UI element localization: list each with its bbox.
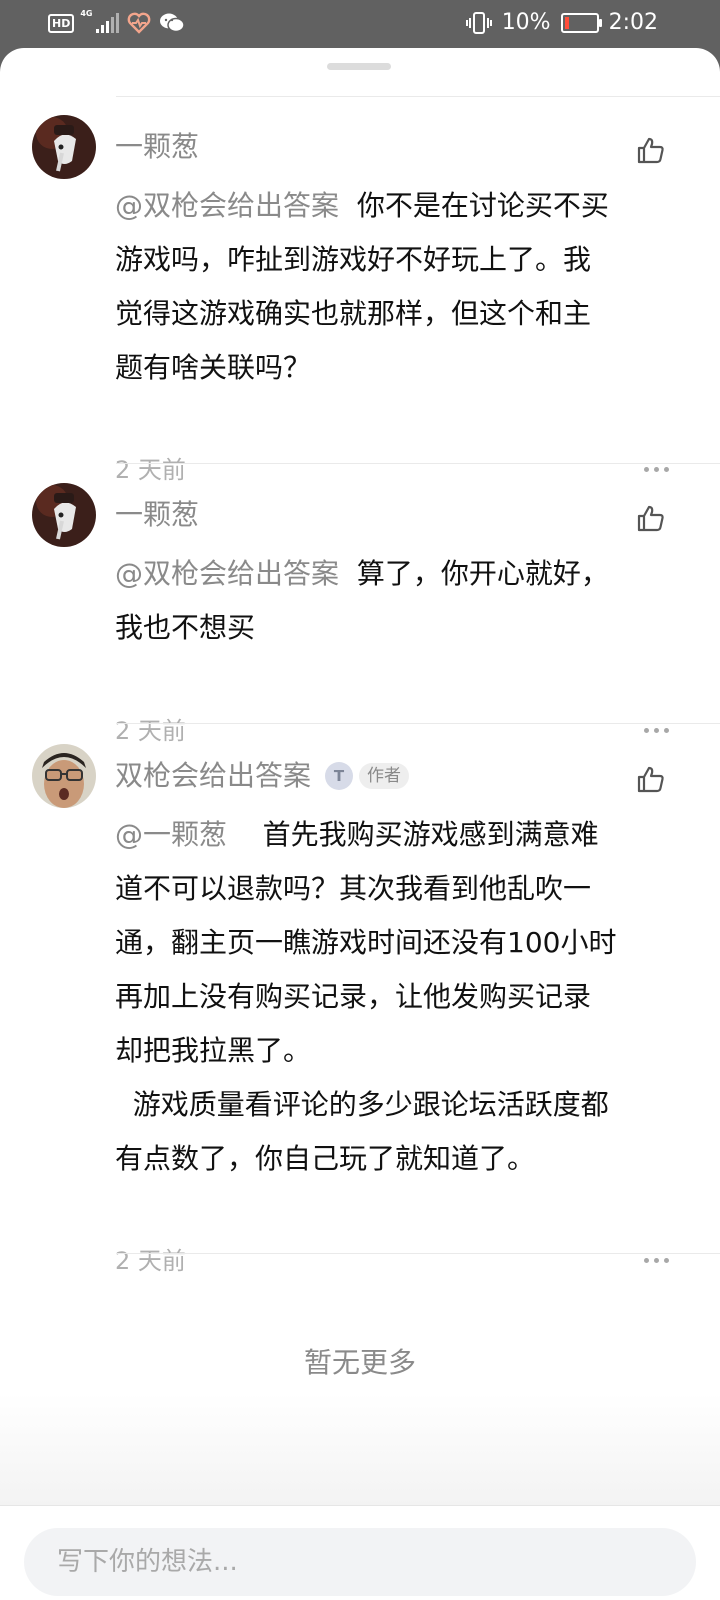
network-type: 4G: [80, 9, 93, 18]
comment-line: 算了，你开心就好，: [356, 557, 609, 590]
comment-line: 觉得这游戏确实也就那样，但这个和主: [115, 297, 592, 330]
wechat-icon: [160, 13, 186, 33]
hd-indicator: HD: [48, 13, 75, 33]
timestamp: 2 天前: [115, 1247, 186, 1275]
signal-icon: 4G: [80, 9, 120, 33]
comment-line: 有点数了，你自己玩了就知道了。: [115, 1142, 536, 1175]
comment-text: @一颗葱 首先我购买游戏感到满意难 道不可以退款吗？其次我看到他乱吹一 通，翻主…: [115, 808, 670, 1186]
username[interactable]: 双枪会给出答案: [115, 758, 311, 794]
user-badges: T 作者: [325, 762, 409, 790]
comment-text: @双枪会给出答案 你不是在讨论买不买 游戏吗，咋扯到游戏好不好玩上了。我 觉得这…: [115, 179, 670, 395]
battery-percent: 10%: [501, 10, 551, 35]
divider: [116, 96, 720, 97]
comment-line: 再加上没有购买记录，让他发购买记录: [115, 980, 592, 1013]
username[interactable]: 一颗葱: [115, 129, 199, 165]
comment-line: 游戏吗，咋扯到游戏好不好玩上了。我: [115, 243, 592, 276]
like-icon[interactable]: [636, 503, 666, 533]
status-right: 10% 2:02: [465, 10, 658, 35]
comment-line: 我也不想买: [115, 611, 256, 644]
comment-line: 游戏质量看评论的多少跟论坛活跃度都: [115, 1088, 609, 1121]
mention-link[interactable]: @双枪会给出答案: [115, 557, 339, 590]
vibrate-icon: [465, 11, 492, 34]
divider: [116, 723, 720, 724]
more-options-icon[interactable]: [644, 728, 670, 734]
comment-text: @双枪会给出答案 算了，你开心就好， 我也不想买: [115, 547, 670, 655]
battery-icon: [560, 12, 602, 33]
comment-line: 首先我购买游戏感到满意难: [262, 818, 599, 851]
comment-input-bar: [0, 1505, 720, 1600]
avatar[interactable]: [32, 483, 96, 547]
more-options-icon[interactable]: [644, 467, 670, 473]
timestamp: 2 天前: [115, 456, 186, 484]
comment-input[interactable]: [24, 1528, 696, 1596]
like-icon[interactable]: [636, 764, 666, 794]
comment-line: 道不可以退款吗？其次我看到他乱吹一: [115, 872, 592, 905]
mention-link[interactable]: @双枪会给出答案: [115, 189, 339, 222]
comment-line: 却把我拉黑了。: [115, 1034, 312, 1067]
list-footer-fade: [0, 1393, 720, 1505]
avatar[interactable]: [32, 744, 96, 808]
clock: 2:02: [608, 10, 658, 35]
status-bar: HD 4G 10% 2:02: [0, 0, 720, 48]
comment-line: 题有啥关联吗？: [115, 351, 312, 384]
like-icon[interactable]: [636, 135, 666, 165]
no-more-label: 暂无更多: [303, 1346, 416, 1379]
avatar[interactable]: [32, 115, 96, 179]
comment-line: 通，翻主页一瞧游戏时间还没有100小时: [115, 926, 617, 959]
sheet-drag-handle[interactable]: [327, 63, 391, 70]
more-options-icon[interactable]: [644, 1258, 670, 1264]
comments-sheet: 一颗葱 @双枪会给出答案 你不是在讨论买不买 游戏吗，咋扯到游戏好不好玩上了。我…: [0, 48, 720, 1600]
divider: [116, 463, 720, 464]
health-heart-icon: [127, 12, 151, 34]
username[interactable]: 一颗葱: [115, 497, 199, 533]
author-badge: 作者: [359, 763, 409, 789]
level-badge: T: [325, 762, 353, 790]
timestamp: 2 天前: [115, 717, 186, 745]
divider: [116, 1253, 720, 1254]
comment-line: 你不是在讨论买不买: [356, 189, 609, 222]
status-left: HD 4G: [48, 9, 186, 34]
mention-link[interactable]: @一颗葱: [115, 818, 227, 851]
